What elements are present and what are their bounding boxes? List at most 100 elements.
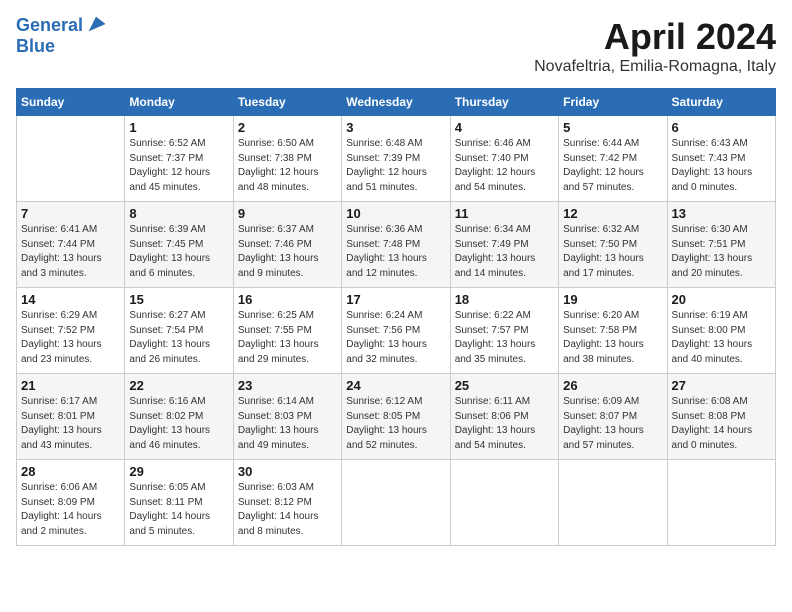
calendar-cell: 29 Sunrise: 6:05 AM Sunset: 8:11 PM Dayli… [125,460,233,546]
day-number: 10 [346,206,445,221]
calendar-cell: 7 Sunrise: 6:41 AM Sunset: 7:44 PM Daylig… [17,202,125,288]
calendar-cell: 23 Sunrise: 6:14 AM Sunset: 8:03 PM Dayli… [233,374,341,460]
day-detail: Sunrise: 6:05 AM Sunset: 8:11 PM Dayligh… [129,481,228,539]
calendar-cell: 10 Sunrise: 6:36 AM Sunset: 7:48 PM Dayli… [342,202,450,288]
calendar-cell: 24 Sunrise: 6:12 AM Sunset: 8:05 PM Dayli… [342,374,450,460]
day-detail: Sunrise: 6:16 AM Sunset: 8:02 PM Dayligh… [129,395,228,453]
day-number: 25 [455,378,554,393]
day-detail: Sunrise: 6:17 AM Sunset: 8:01 PM Dayligh… [21,395,120,453]
day-number: 16 [238,292,337,307]
day-detail: Sunrise: 6:03 AM Sunset: 8:12 PM Dayligh… [238,481,337,539]
calendar-cell: 18 Sunrise: 6:22 AM Sunset: 7:57 PM Dayli… [450,288,558,374]
day-number: 23 [238,378,337,393]
day-detail: Sunrise: 6:22 AM Sunset: 7:57 PM Dayligh… [455,309,554,367]
day-detail: Sunrise: 6:14 AM Sunset: 8:03 PM Dayligh… [238,395,337,453]
day-detail: Sunrise: 6:30 AM Sunset: 7:51 PM Dayligh… [672,223,771,281]
day-number: 12 [563,206,662,221]
column-header-thursday: Thursday [450,89,558,116]
day-detail: Sunrise: 6:27 AM Sunset: 7:54 PM Dayligh… [129,309,228,367]
calendar-cell: 5 Sunrise: 6:44 AM Sunset: 7:42 PM Daylig… [559,116,667,202]
calendar-cell: 8Sunrise: 6:39 AM Sunset: 7:45 PM Daylig… [125,202,233,288]
day-detail: Sunrise: 6:48 AM Sunset: 7:39 PM Dayligh… [346,137,445,195]
day-number: 13 [672,206,771,221]
week-row-2: 7 Sunrise: 6:41 AM Sunset: 7:44 PM Daylig… [17,202,776,288]
calendar-cell [17,116,125,202]
day-number: 24 [346,378,445,393]
day-number: 30 [238,464,337,479]
day-number: 29 [129,464,228,479]
column-header-friday: Friday [559,89,667,116]
day-number: 1 [129,120,228,135]
day-number: 21 [21,378,120,393]
day-detail: Sunrise: 6:36 AM Sunset: 7:48 PM Dayligh… [346,223,445,281]
day-detail: Sunrise: 6:34 AM Sunset: 7:49 PM Dayligh… [455,223,554,281]
calendar-cell: 19 Sunrise: 6:20 AM Sunset: 7:58 PM Dayli… [559,288,667,374]
week-row-5: 28 Sunrise: 6:06 AM Sunset: 8:09 PM Dayli… [17,460,776,546]
calendar-cell [450,460,558,546]
calendar-cell: 27 Sunrise: 6:08 AM Sunset: 8:08 PM Dayli… [667,374,775,460]
week-row-3: 14Sunrise: 6:29 AM Sunset: 7:52 PM Dayli… [17,288,776,374]
week-row-1: 1 Sunrise: 6:52 AM Sunset: 7:37 PM Daylig… [17,116,776,202]
calendar-cell: 20 Sunrise: 6:19 AM Sunset: 8:00 PM Dayli… [667,288,775,374]
calendar-cell [667,460,775,546]
day-number: 28 [21,464,120,479]
day-detail: Sunrise: 6:24 AM Sunset: 7:56 PM Dayligh… [346,309,445,367]
title-area: April 2024 Novafeltria, Emilia-Romagna, … [534,16,776,76]
day-detail: Sunrise: 6:29 AM Sunset: 7:52 PM Dayligh… [21,309,120,367]
day-number: 4 [455,120,554,135]
calendar-cell: 15 Sunrise: 6:27 AM Sunset: 7:54 PM Dayli… [125,288,233,374]
day-detail: Sunrise: 6:20 AM Sunset: 7:58 PM Dayligh… [563,309,662,367]
calendar-cell: 1 Sunrise: 6:52 AM Sunset: 7:37 PM Daylig… [125,116,233,202]
calendar-cell: 14Sunrise: 6:29 AM Sunset: 7:52 PM Dayli… [17,288,125,374]
calendar-cell: 26Sunrise: 6:09 AM Sunset: 8:07 PM Dayli… [559,374,667,460]
day-number: 2 [238,120,337,135]
column-header-tuesday: Tuesday [233,89,341,116]
day-number: 19 [563,292,662,307]
calendar-cell [342,460,450,546]
day-detail: Sunrise: 6:08 AM Sunset: 8:08 PM Dayligh… [672,395,771,453]
calendar-cell: 17 Sunrise: 6:24 AM Sunset: 7:56 PM Dayli… [342,288,450,374]
calendar-cell: 22 Sunrise: 6:16 AM Sunset: 8:02 PM Dayli… [125,374,233,460]
day-detail: Sunrise: 6:12 AM Sunset: 8:05 PM Dayligh… [346,395,445,453]
day-number: 17 [346,292,445,307]
calendar-subtitle: Novafeltria, Emilia-Romagna, Italy [534,58,776,76]
day-detail: Sunrise: 6:44 AM Sunset: 7:42 PM Dayligh… [563,137,662,195]
day-detail: Sunrise: 6:41 AM Sunset: 7:44 PM Dayligh… [21,223,120,281]
day-number: 26 [563,378,662,393]
calendar-cell: 9Sunrise: 6:37 AM Sunset: 7:46 PM Daylig… [233,202,341,288]
day-number: 22 [129,378,228,393]
day-detail: Sunrise: 6:46 AM Sunset: 7:40 PM Dayligh… [455,137,554,195]
calendar-cell: 13 Sunrise: 6:30 AM Sunset: 7:51 PM Dayli… [667,202,775,288]
header-row: SundayMondayTuesdayWednesdayThursdayFrid… [17,89,776,116]
day-detail: Sunrise: 6:43 AM Sunset: 7:43 PM Dayligh… [672,137,771,195]
day-number: 15 [129,292,228,307]
calendar-cell: 3 Sunrise: 6:48 AM Sunset: 7:39 PM Daylig… [342,116,450,202]
day-detail: Sunrise: 6:50 AM Sunset: 7:38 PM Dayligh… [238,137,337,195]
logo-text: General [16,16,83,36]
day-detail: Sunrise: 6:52 AM Sunset: 7:37 PM Dayligh… [129,137,228,195]
day-detail: Sunrise: 6:19 AM Sunset: 8:00 PM Dayligh… [672,309,771,367]
day-number: 27 [672,378,771,393]
day-number: 20 [672,292,771,307]
day-detail: Sunrise: 6:37 AM Sunset: 7:46 PM Dayligh… [238,223,337,281]
column-header-monday: Monday [125,89,233,116]
calendar-cell: 2 Sunrise: 6:50 AM Sunset: 7:38 PM Daylig… [233,116,341,202]
day-number: 3 [346,120,445,135]
logo-blue: Blue [16,36,107,57]
week-row-4: 21 Sunrise: 6:17 AM Sunset: 8:01 PM Dayli… [17,374,776,460]
logo: General Blue [16,16,107,57]
day-number: 18 [455,292,554,307]
calendar-table: SundayMondayTuesdayWednesdayThursdayFrid… [16,88,776,546]
day-detail: Sunrise: 6:06 AM Sunset: 8:09 PM Dayligh… [21,481,120,539]
calendar-cell: 16 Sunrise: 6:25 AM Sunset: 7:55 PM Dayli… [233,288,341,374]
day-number: 7 [21,206,120,221]
day-detail: Sunrise: 6:25 AM Sunset: 7:55 PM Dayligh… [238,309,337,367]
logo-icon [85,13,107,35]
day-number: 5 [563,120,662,135]
calendar-cell: 11Sunrise: 6:34 AM Sunset: 7:49 PM Dayli… [450,202,558,288]
day-detail: Sunrise: 6:32 AM Sunset: 7:50 PM Dayligh… [563,223,662,281]
calendar-cell: 6Sunrise: 6:43 AM Sunset: 7:43 PM Daylig… [667,116,775,202]
calendar-cell [559,460,667,546]
calendar-cell: 28 Sunrise: 6:06 AM Sunset: 8:09 PM Dayli… [17,460,125,546]
day-detail: Sunrise: 6:11 AM Sunset: 8:06 PM Dayligh… [455,395,554,453]
